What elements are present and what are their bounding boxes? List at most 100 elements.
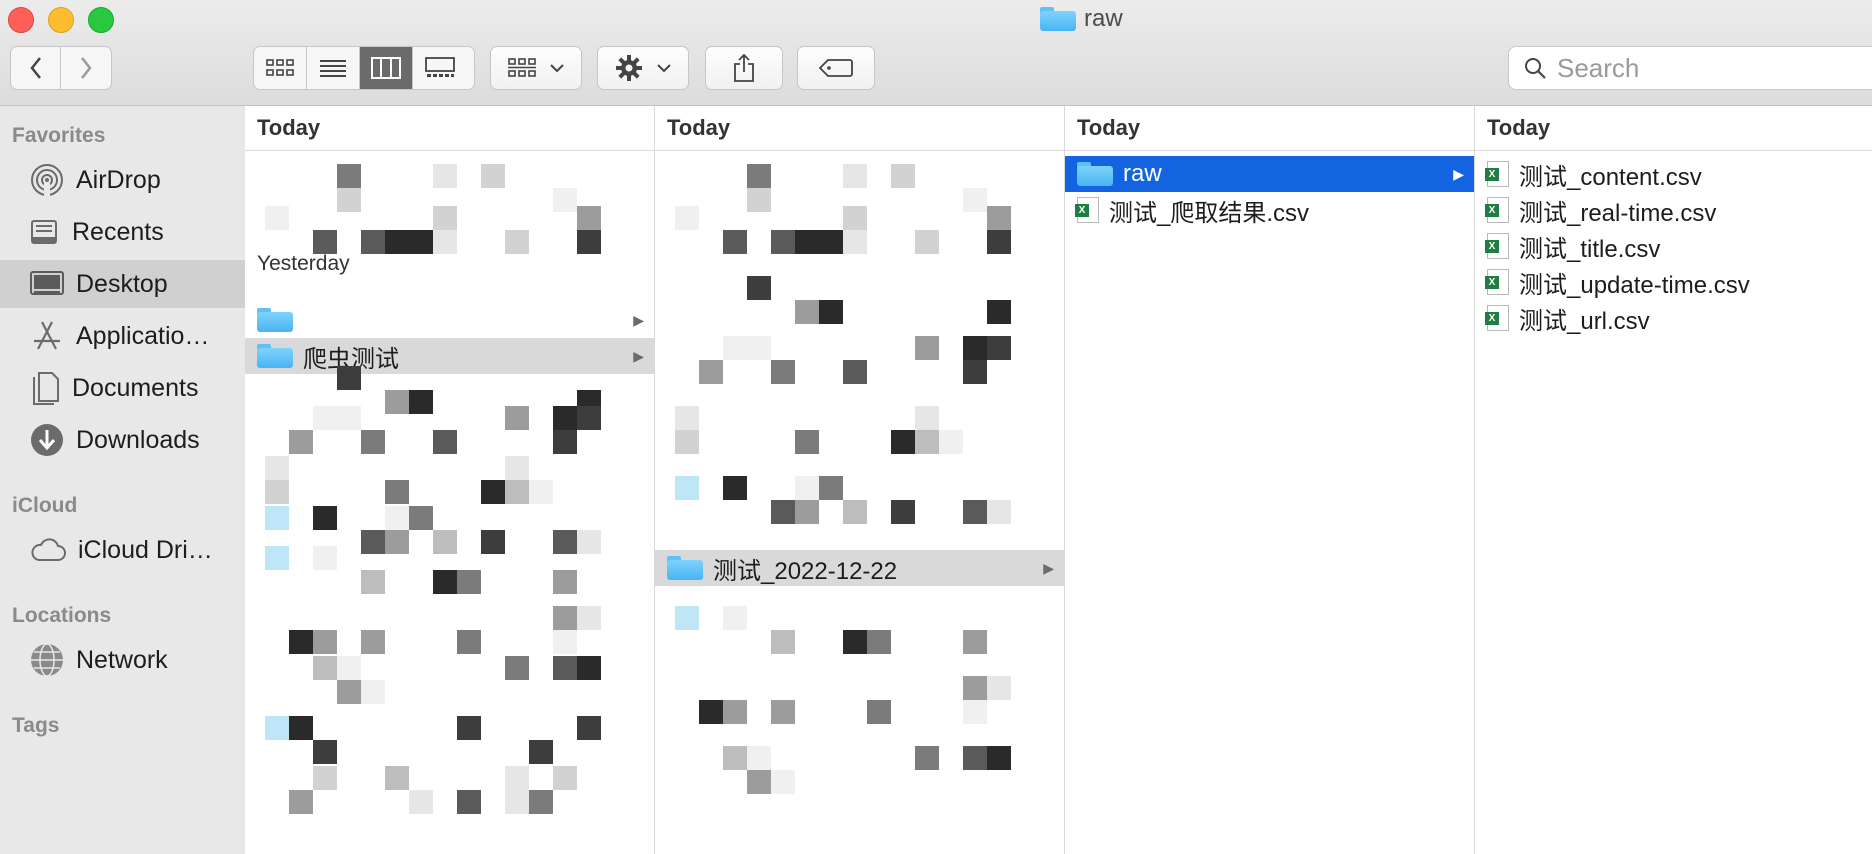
disclosure-arrow-icon: ▶ xyxy=(1453,165,1464,182)
sidebar-item-recents[interactable]: Recents xyxy=(0,208,245,256)
redacted-pixel xyxy=(337,188,361,212)
redacted-pixel xyxy=(747,336,771,360)
redacted-pixel xyxy=(795,476,819,500)
column-view-button[interactable] xyxy=(360,47,413,89)
zoom-button[interactable] xyxy=(88,7,114,33)
redacted-pixel xyxy=(699,360,723,384)
redacted-pixel xyxy=(867,630,891,654)
column-1: Today Yesterday ▶ 爬虫测试 ▶ xyxy=(245,106,655,854)
redacted-pixel xyxy=(337,406,361,430)
sidebar-section-tags: Tags xyxy=(12,714,60,737)
redacted-pixel xyxy=(771,700,795,724)
redacted-pixel xyxy=(553,430,577,454)
folder-row-test-date[interactable]: 测试_2022-12-22 ▶ xyxy=(655,550,1064,586)
group-button[interactable] xyxy=(490,46,582,90)
column-header: Today xyxy=(655,106,1064,151)
redacted-pixel xyxy=(795,500,819,524)
csv-file-icon xyxy=(1075,197,1099,223)
sidebar-item-desktop[interactable]: Desktop xyxy=(0,260,245,308)
back-button[interactable] xyxy=(11,47,62,89)
file-row[interactable]: 测试_content.csv xyxy=(1475,156,1872,192)
redacted-pixel xyxy=(361,230,385,254)
csv-file-icon xyxy=(1485,269,1509,295)
sidebar-item-applications[interactable]: Applicatio… xyxy=(0,312,245,360)
redacted-pixel xyxy=(915,746,939,770)
sidebar-item-label: Downloads xyxy=(76,425,200,454)
list-view-button[interactable] xyxy=(307,47,360,89)
redacted-pixel xyxy=(915,430,939,454)
redacted-pixel xyxy=(313,630,337,654)
sidebar-item-documents[interactable]: Documents xyxy=(0,364,245,412)
documents-icon xyxy=(33,372,59,405)
redacted-pixel xyxy=(747,276,771,300)
redacted-pixel xyxy=(313,506,337,530)
file-row[interactable]: 测试_real-time.csv xyxy=(1475,192,1872,228)
redacted-pixel xyxy=(337,366,361,390)
chevron-down-icon xyxy=(657,64,671,73)
redacted-pixel xyxy=(553,630,577,654)
redacted-pixel xyxy=(505,456,529,480)
group-header-yesterday: Yesterday xyxy=(257,252,350,275)
folder-icon xyxy=(1077,162,1113,186)
sidebar-item-label: Applicatio… xyxy=(76,321,210,350)
redacted-pixel xyxy=(529,790,553,814)
sidebar-item-airdrop[interactable]: AirDrop xyxy=(0,156,245,204)
folder-row-raw[interactable]: raw ▶ xyxy=(1065,156,1474,192)
redacted-pixel xyxy=(747,188,771,212)
disclosure-arrow-icon: ▶ xyxy=(1043,559,1054,576)
folder-row-spider-test[interactable]: 爬虫测试 ▶ xyxy=(245,338,654,374)
redacted-pixel xyxy=(433,230,457,254)
file-row[interactable]: 测试_url.csv xyxy=(1475,300,1872,336)
sidebar: Favorites AirDrop Recents Desktop Applic… xyxy=(0,106,246,854)
column-2: Today 测试_2022-12-22 ▶ xyxy=(655,106,1065,854)
redacted-pixel xyxy=(577,230,601,254)
file-row[interactable]: 测试_爬取结果.csv xyxy=(1065,192,1474,228)
redacted-pixel xyxy=(409,790,433,814)
redacted-pixel xyxy=(457,716,481,740)
redacted-pixel xyxy=(675,606,699,630)
file-row[interactable]: 测试_update-time.csv xyxy=(1475,264,1872,300)
tag-button[interactable] xyxy=(797,46,875,90)
sidebar-item-network[interactable]: Network xyxy=(0,636,245,684)
column-header: Today xyxy=(1475,106,1872,151)
sidebar-item-label: Documents xyxy=(72,373,199,402)
redacted-pixel xyxy=(675,430,699,454)
redacted-pixel xyxy=(433,430,457,454)
redacted-pixel xyxy=(963,336,987,360)
redacted-pixel xyxy=(457,790,481,814)
redacted-pixel xyxy=(963,630,987,654)
folder-row[interactable]: ▶ xyxy=(245,302,654,338)
forward-button[interactable] xyxy=(61,47,111,89)
sidebar-section-icloud: iCloud xyxy=(12,494,78,517)
redacted-pixel xyxy=(675,476,699,500)
redacted-pixel xyxy=(963,188,987,212)
sidebar-section-locations: Locations xyxy=(12,604,112,627)
redacted-pixel xyxy=(505,230,529,254)
redacted-pixel xyxy=(843,206,867,230)
redacted-pixel xyxy=(963,700,987,724)
close-button[interactable] xyxy=(8,7,34,33)
column-view-icon xyxy=(371,57,401,79)
redacted-pixel xyxy=(409,230,433,254)
sidebar-item-downloads[interactable]: Downloads xyxy=(0,416,245,464)
redacted-pixel xyxy=(361,680,385,704)
sidebar-item-icloud-drive[interactable]: iCloud Dri… xyxy=(0,526,245,574)
minimize-button[interactable] xyxy=(48,7,74,33)
file-row[interactable]: 测试_title.csv xyxy=(1475,228,1872,264)
search-input[interactable]: Search xyxy=(1508,46,1872,90)
redacted-pixel xyxy=(313,766,337,790)
group-icon xyxy=(508,58,536,77)
back-forward-group xyxy=(10,46,112,90)
icon-view-button[interactable] xyxy=(254,47,307,89)
redacted-pixel xyxy=(963,746,987,770)
redacted-pixel xyxy=(963,676,987,700)
csv-file-icon xyxy=(1485,161,1509,187)
redacted-pixel xyxy=(313,230,337,254)
action-button[interactable] xyxy=(597,46,689,90)
network-icon xyxy=(31,643,63,677)
share-button[interactable] xyxy=(705,46,783,90)
redacted-pixel xyxy=(553,656,577,680)
redacted-pixel xyxy=(553,406,577,430)
gallery-view-button[interactable] xyxy=(413,47,466,89)
redacted-pixel xyxy=(529,740,553,764)
